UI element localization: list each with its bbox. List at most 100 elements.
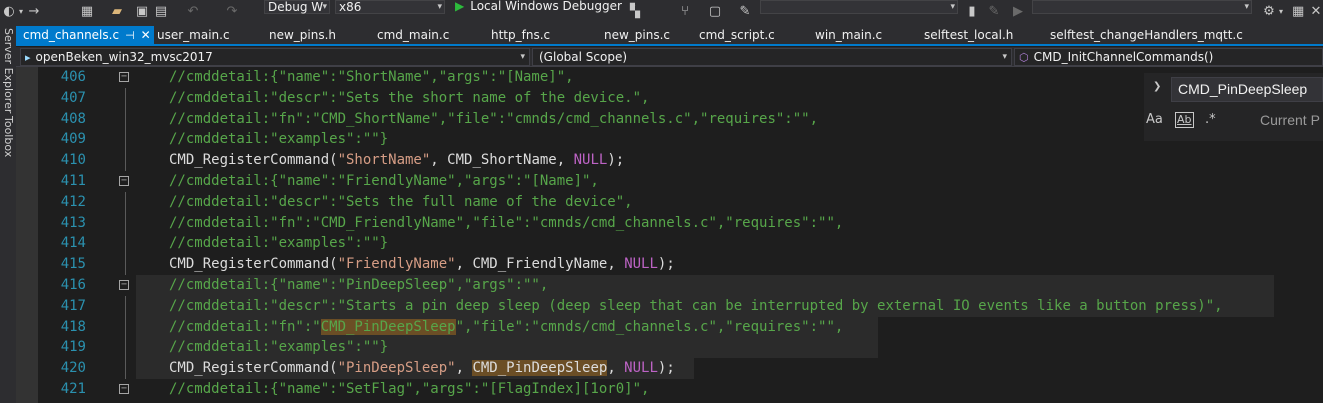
outline-guide bbox=[125, 150, 126, 171]
platform-dropdown[interactable]: x86 ▾ bbox=[335, 0, 445, 14]
tab-http-fns[interactable]: http_fns.c bbox=[491, 26, 550, 44]
code-line[interactable]: 412 //cmddetail:"descr":"Sets the full na… bbox=[16, 191, 1323, 213]
edit-icon[interactable]: ✎ bbox=[988, 3, 1000, 21]
tab-cmd-channels[interactable]: cmd_channels.c ⊣ ✕ bbox=[16, 26, 154, 44]
line-number: 406 bbox=[60, 69, 86, 85]
chevron-down-icon: ▾ bbox=[1244, 2, 1249, 12]
redo-icon[interactable]: ↷ bbox=[225, 3, 239, 21]
code-editor[interactable]: 406 − //cmddetail:{"name":"ShortName","arg… bbox=[16, 67, 1323, 403]
save-icon[interactable]: ▣ bbox=[135, 3, 149, 21]
code-line[interactable]: 413 //cmddetail:"fn":"CMD_FriendlyName","… bbox=[16, 212, 1323, 234]
chevron-down-icon[interactable]: ▾ bbox=[1276, 3, 1286, 21]
collapse-icon[interactable]: − bbox=[119, 280, 129, 290]
tab-user-main[interactable]: user_main.c bbox=[157, 26, 230, 44]
tab-win-main[interactable]: win_main.c bbox=[815, 26, 882, 44]
tab-label: http_fns.c bbox=[491, 28, 551, 42]
regex-icon[interactable]: .* bbox=[1205, 110, 1216, 130]
find-widget: ❯ CMD_PinDeepSleep Aa Ab .* Current P bbox=[1144, 73, 1323, 141]
play-icon: ▶ bbox=[455, 0, 465, 13]
attach-icon[interactable]: ▚ bbox=[628, 3, 642, 21]
tab-label: cmd_channels.c bbox=[23, 28, 120, 42]
collapse-icon[interactable]: − bbox=[119, 72, 129, 82]
undo-icon[interactable]: ↶ bbox=[186, 3, 200, 21]
member-dropdown[interactable]: ⬡ CMD_InitChannelCommands() bbox=[1014, 48, 1323, 66]
code-line[interactable]: 416 − //cmddetail:{"name":"PinDeepSleep","… bbox=[16, 275, 1323, 296]
tab-label: cmd_script.c bbox=[699, 28, 775, 42]
toolbar-search-dropdown[interactable]: ▾ bbox=[760, 0, 958, 14]
settings-icon[interactable]: ⚙ bbox=[1262, 3, 1276, 21]
match-whole-word-icon[interactable]: Ab bbox=[1175, 112, 1194, 128]
code-line[interactable]: 419 //cmddetail:"examples":""} bbox=[16, 337, 1323, 359]
collapse-icon[interactable]: − bbox=[119, 176, 129, 186]
find-scope[interactable]: Current P bbox=[1260, 110, 1320, 130]
match-case-icon[interactable]: Aa bbox=[1146, 110, 1163, 130]
code-text: //cmddetail:"examples":""} bbox=[169, 131, 389, 148]
tool-icon[interactable]: ✎ bbox=[738, 3, 752, 21]
solution-dropdown[interactable]: ▾ bbox=[1032, 0, 1252, 14]
find-input[interactable]: CMD_PinDeepSleep bbox=[1171, 77, 1323, 102]
open-file-icon[interactable]: ▰ bbox=[110, 3, 124, 21]
code-line[interactable]: 415 CMD_RegisterCommand("FriendlyName", C… bbox=[16, 254, 1323, 275]
code-line[interactable]: 418 //cmddetail:"fn":"CMD_PinDeepSleep","… bbox=[16, 316, 1323, 338]
project-name: openBeken_win32_mvsc2017 bbox=[35, 50, 213, 64]
chevron-down-icon: ▾ bbox=[437, 2, 442, 12]
code-line[interactable]: 406 − //cmddetail:{"name":"ShortName","arg… bbox=[16, 67, 1323, 88]
code-line[interactable]: 409 //cmddetail:"examples":""} bbox=[16, 129, 1323, 151]
forward-icon[interactable]: → bbox=[27, 3, 41, 21]
branch-icon[interactable]: ⑂ bbox=[678, 3, 692, 21]
code-line[interactable]: 407 //cmddetail:"descr":"Sets the short n… bbox=[16, 87, 1323, 109]
code-line[interactable]: 420 CMD_RegisterCommand("PinDeepSleep", C… bbox=[16, 358, 1323, 379]
line-number: 408 bbox=[60, 110, 86, 127]
code-text: CMD_RegisterCommand("FriendlyName", CMD_… bbox=[169, 256, 675, 273]
tab-label: cmd_main.c bbox=[377, 28, 450, 42]
code-line[interactable]: 410 CMD_RegisterCommand("ShortName", CMD_… bbox=[16, 150, 1323, 171]
bookmark-icon[interactable]: ▮ bbox=[966, 3, 978, 21]
code-line[interactable]: 414 //cmddetail:"examples":""} bbox=[16, 233, 1323, 255]
close-icon[interactable]: ✕ bbox=[1310, 3, 1322, 21]
outline-guide bbox=[125, 295, 126, 317]
tab-label: selftest_local.h bbox=[924, 28, 1014, 42]
outline-guide bbox=[125, 87, 126, 109]
code-line[interactable]: 408 //cmddetail:"fn":"CMD_ShortName","fil… bbox=[16, 108, 1323, 130]
run-icon[interactable]: ▶ bbox=[1012, 3, 1024, 21]
back-icon[interactable]: ◐ bbox=[2, 3, 16, 21]
scope-dropdown[interactable]: (Global Scope) ▾ bbox=[532, 48, 1012, 66]
code-line[interactable]: 417 //cmddetail:"descr":"Starts a pin dee… bbox=[16, 295, 1323, 317]
tab-new-pins-h[interactable]: new_pins.h bbox=[269, 26, 336, 44]
code-text: //cmddetail:"examples":""} bbox=[169, 339, 389, 356]
window-icon[interactable]: ▢ bbox=[708, 3, 722, 21]
new-project-icon[interactable]: ▦ bbox=[80, 3, 94, 21]
code-text: //cmddetail:"fn":"CMD_ShortName","file":… bbox=[169, 110, 819, 127]
collapse-icon[interactable]: − bbox=[119, 384, 129, 394]
tab-selftest-local[interactable]: selftest_local.h bbox=[924, 26, 1013, 44]
tab-cmd-main[interactable]: cmd_main.c bbox=[377, 26, 449, 44]
pin-icon[interactable]: ⊣ bbox=[125, 27, 135, 45]
back-dropdown-icon[interactable]: ▾ bbox=[16, 3, 26, 21]
line-number: 413 bbox=[60, 214, 86, 231]
toolbox-tab[interactable]: Toolbox bbox=[0, 116, 16, 157]
start-debugger-button[interactable]: ▶ Local Windows Debugger ▾ bbox=[455, 0, 635, 14]
line-number: 407 bbox=[60, 89, 86, 106]
navigation-bar: ▸ openBeken_win32_mvsc2017 ▾ (Global Scop… bbox=[16, 47, 1323, 67]
line-number: 414 bbox=[60, 235, 86, 252]
code-text: //cmddetail:"descr":"Sets the short name… bbox=[169, 89, 650, 106]
tab-new-pins-c[interactable]: new_pins.c bbox=[604, 26, 670, 44]
layout-icon[interactable]: ▦ bbox=[1292, 3, 1304, 21]
tab-cmd-script[interactable]: cmd_script.c bbox=[699, 26, 775, 44]
tab-label: win_main.c bbox=[815, 28, 883, 42]
tab-selftest-changehandlers[interactable]: selftest_changeHandlers_mqtt.c bbox=[1050, 26, 1243, 44]
code-text: //cmddetail:{"name":"ShortName","args":"… bbox=[169, 69, 574, 85]
close-icon[interactable]: ✕ bbox=[141, 26, 151, 44]
server-explorer-tab[interactable]: Server Explorer bbox=[0, 28, 16, 113]
save-all-icon[interactable]: ▤ bbox=[154, 3, 168, 21]
tab-label: new_pins.h bbox=[269, 28, 337, 42]
code-line[interactable]: 421 − //cmddetail:{"name":"SetFlag","args"… bbox=[16, 379, 1323, 400]
outline-guide bbox=[125, 337, 126, 359]
configuration-dropdown[interactable]: Debug W ▾ bbox=[264, 0, 330, 14]
code-text: CMD_RegisterCommand("ShortName", CMD_Sho… bbox=[169, 152, 625, 169]
code-text: //cmddetail:"fn":"CMD_FriendlyName","fil… bbox=[169, 214, 844, 231]
chevron-right-icon[interactable]: ❯ bbox=[1153, 81, 1161, 92]
chevron-down-icon: ▾ bbox=[950, 2, 955, 12]
code-line[interactable]: 411 − //cmddetail:{"name":"FriendlyName","… bbox=[16, 171, 1323, 192]
project-dropdown[interactable]: ▸ openBeken_win32_mvsc2017 ▾ bbox=[20, 48, 530, 66]
